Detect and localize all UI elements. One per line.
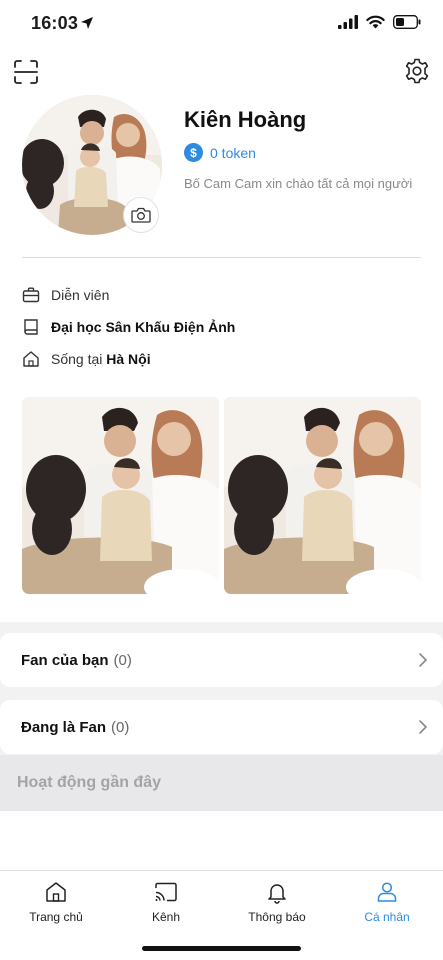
token-dollar-icon: $: [184, 143, 203, 162]
nav-profile[interactable]: Cá nhân: [342, 880, 432, 924]
info-school: Đại học Sân Khấu Điện Ảnh: [22, 318, 235, 336]
home-icon: [46, 882, 66, 902]
book-icon: [24, 319, 38, 335]
home-indicator: [142, 946, 301, 951]
fans-label: Fan của bạn: [21, 651, 109, 669]
nav-home-label: Trang chủ: [29, 910, 83, 924]
wifi-icon: [366, 15, 385, 29]
recent-activity-header: Hoạt động gần đây: [0, 755, 443, 811]
info-job: Diễn viên: [22, 286, 109, 304]
nav-home[interactable]: Trang chủ: [11, 880, 101, 924]
location-arrow-icon: [81, 17, 93, 29]
chevron-right-icon: [419, 653, 428, 667]
bell-icon: [268, 884, 286, 904]
location-prefix: Sống tại: [51, 351, 103, 367]
cellular-signal-icon: [338, 15, 358, 29]
change-avatar-button[interactable]: [123, 197, 159, 233]
recent-activity-label: Hoạt động gần đây: [17, 774, 161, 791]
job-text: Diễn viên: [51, 287, 110, 303]
cast-icon: [155, 882, 177, 902]
following-count: (0): [111, 718, 130, 736]
token-balance[interactable]: $ 0 token: [184, 143, 256, 162]
nav-notifications-label: Thông báo: [248, 910, 306, 924]
profile-name: Kiên Hoàng: [184, 107, 307, 132]
family-photo-1: [22, 397, 219, 594]
following-label: Đang là Fan: [21, 718, 107, 736]
camera-icon: [131, 207, 151, 223]
avatar-container: [22, 95, 162, 235]
briefcase-icon: [22, 287, 40, 303]
status-time: 16:03: [31, 13, 79, 33]
profile-bio: Bố Cam Cam xin chào tất cả mọi người: [184, 176, 413, 191]
following-row[interactable]: Đang là Fan (0): [0, 700, 443, 754]
status-bar: 16:03: [0, 0, 443, 48]
battery-icon: [393, 15, 421, 29]
house-icon: [23, 351, 39, 367]
fans-count: (0): [113, 651, 132, 669]
nav-notifications[interactable]: Thông báo: [232, 880, 322, 924]
family-photo-2: [224, 397, 421, 594]
profile-photo-2[interactable]: [224, 397, 421, 594]
nav-channel[interactable]: Kênh: [121, 880, 211, 924]
school-text: Đại học Sân Khấu Điện Ảnh: [51, 319, 236, 335]
info-location: Sống tại Hà Nội: [22, 350, 151, 368]
nav-channel-label: Kênh: [151, 910, 181, 924]
scan-icon[interactable]: [12, 58, 40, 86]
profile-photo-1[interactable]: [22, 397, 219, 594]
nav-profile-label: Cá nhân: [364, 910, 410, 924]
divider: [22, 257, 421, 258]
status-indicators: [338, 15, 421, 29]
chevron-right-icon: [419, 720, 428, 734]
fans-row[interactable]: Fan của bạn (0): [0, 633, 443, 687]
location-text: Hà Nội: [106, 351, 151, 367]
token-amount: 0 token: [210, 144, 256, 161]
settings-gear-icon[interactable]: [403, 57, 431, 85]
person-icon: [377, 882, 397, 902]
